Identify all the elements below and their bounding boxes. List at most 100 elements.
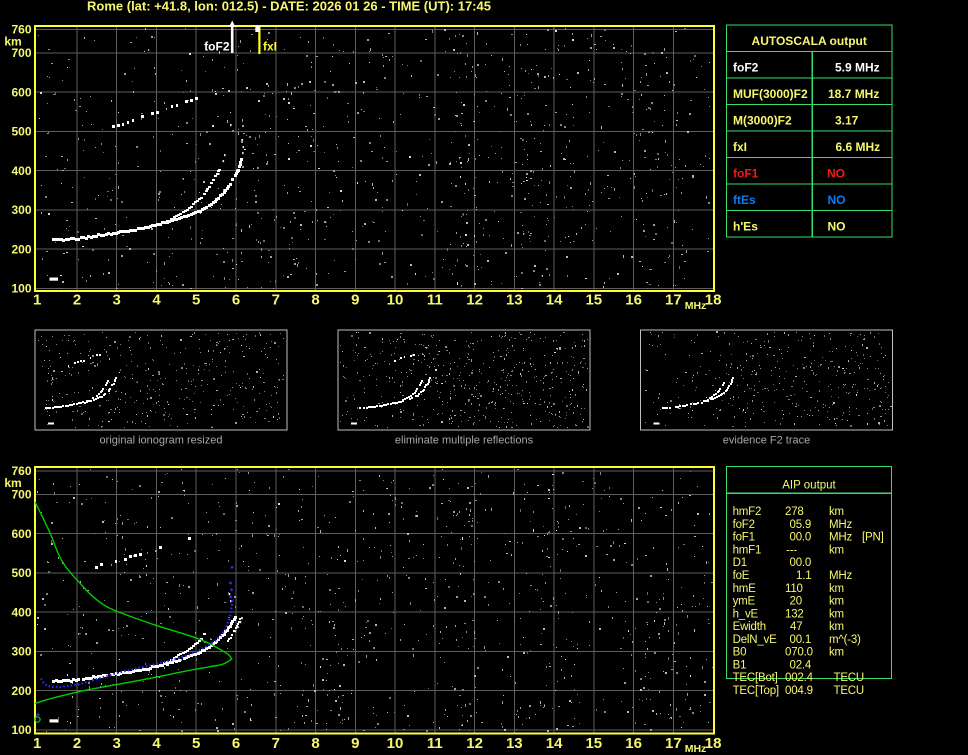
svg-text:km: km — [829, 506, 844, 518]
svg-text:002.4: 002.4 — [785, 672, 814, 684]
svg-text:3: 3 — [113, 292, 121, 309]
svg-text:500: 500 — [11, 125, 31, 139]
svg-text:km: km — [829, 647, 844, 659]
svg-text:km: km — [829, 544, 844, 556]
svg-text:5.9 MHz: 5.9 MHz — [835, 61, 880, 75]
svg-text:MHz: MHz — [829, 570, 852, 582]
svg-text:1.1: 1.1 — [796, 570, 811, 582]
svg-text:foF2: foF2 — [733, 519, 755, 531]
svg-text:1: 1 — [33, 735, 41, 752]
svg-text:12: 12 — [466, 292, 483, 309]
svg-text:hmF1: hmF1 — [733, 544, 762, 556]
svg-text:13: 13 — [506, 292, 523, 309]
svg-text:6: 6 — [232, 735, 240, 752]
svg-text:hmE: hmE — [733, 583, 757, 595]
svg-text:11: 11 — [427, 292, 443, 309]
svg-text:600: 600 — [11, 85, 31, 99]
svg-text:8: 8 — [311, 292, 319, 309]
svg-text:14: 14 — [546, 292, 563, 309]
svg-text:ftEs: ftEs — [733, 193, 756, 207]
svg-text:3: 3 — [113, 735, 121, 752]
svg-text:200: 200 — [11, 684, 31, 698]
svg-text:evidence F2 trace: evidence F2 trace — [723, 435, 810, 447]
svg-text:15: 15 — [585, 292, 602, 309]
svg-text:eliminate multiple reflections: eliminate multiple reflections — [395, 435, 534, 447]
svg-text:2: 2 — [73, 292, 81, 309]
svg-text:3.17: 3.17 — [835, 114, 859, 128]
svg-text:110: 110 — [785, 583, 803, 595]
svg-text:foF2: foF2 — [733, 61, 759, 75]
svg-text:5: 5 — [192, 735, 200, 752]
svg-text:14: 14 — [546, 735, 563, 752]
svg-text:300: 300 — [11, 645, 31, 659]
svg-text:600: 600 — [11, 527, 31, 541]
svg-text:070.0: 070.0 — [785, 647, 813, 659]
svg-text:05.9: 05.9 — [790, 519, 812, 531]
svg-text:hmF2: hmF2 — [733, 506, 762, 518]
svg-text:7: 7 — [272, 292, 280, 309]
svg-text:foF1: foF1 — [733, 167, 759, 181]
svg-text:13: 13 — [506, 735, 523, 752]
svg-text:9: 9 — [351, 292, 359, 309]
svg-text:132: 132 — [785, 608, 804, 620]
svg-text:18: 18 — [705, 292, 722, 309]
svg-text:km: km — [829, 608, 844, 620]
svg-text:fxI: fxI — [733, 140, 747, 154]
svg-text:1: 1 — [33, 292, 41, 309]
svg-text:Rome (lat: +41.8, lon: 012.5): Rome (lat: +41.8, lon: 012.5) - DATE: 20… — [87, 0, 491, 14]
svg-text:[PN]: [PN] — [862, 532, 884, 544]
svg-text:B1: B1 — [733, 660, 747, 672]
svg-text:TEC[Bot]: TEC[Bot] — [733, 672, 778, 684]
svg-text:7: 7 — [272, 735, 280, 752]
svg-text:NO: NO — [828, 220, 846, 234]
svg-text:D1: D1 — [733, 557, 747, 569]
svg-text:km: km — [829, 583, 844, 595]
svg-text:ymE: ymE — [733, 596, 756, 608]
svg-text:12: 12 — [466, 735, 483, 752]
svg-text:16: 16 — [625, 735, 642, 752]
svg-text:400: 400 — [11, 605, 31, 619]
svg-text:02.4: 02.4 — [790, 660, 812, 672]
svg-text:foF2: foF2 — [204, 40, 230, 54]
svg-text:400: 400 — [11, 164, 31, 178]
svg-text:278: 278 — [785, 506, 804, 518]
svg-text:km: km — [4, 476, 21, 490]
svg-text:15: 15 — [585, 735, 602, 752]
svg-text:original ionogram resized: original ionogram resized — [100, 435, 223, 447]
svg-text:M(3000)F2: M(3000)F2 — [733, 114, 792, 128]
svg-text:4: 4 — [152, 735, 161, 752]
svg-text:MUF(3000)F2: MUF(3000)F2 — [733, 87, 808, 101]
svg-text:NO: NO — [828, 193, 846, 207]
svg-text:10: 10 — [387, 735, 404, 752]
svg-text:18: 18 — [705, 735, 722, 752]
svg-text:00.0: 00.0 — [790, 557, 812, 569]
svg-text:m^(-3): m^(-3) — [829, 634, 861, 646]
svg-text:200: 200 — [11, 242, 31, 256]
svg-text:4: 4 — [152, 292, 161, 309]
svg-text:10: 10 — [387, 292, 404, 309]
svg-text:DelN_vE: DelN_vE — [733, 634, 778, 646]
svg-text:h_vE: h_vE — [733, 608, 759, 620]
svg-text:MHz: MHz — [829, 532, 852, 544]
svg-text:km: km — [829, 621, 844, 633]
svg-text:TEC[Top]: TEC[Top] — [733, 685, 779, 697]
svg-text:h'Es: h'Es — [733, 220, 758, 234]
svg-text:NO: NO — [827, 167, 845, 181]
svg-text:004.9: 004.9 — [785, 685, 813, 697]
svg-text:km: km — [829, 596, 844, 608]
svg-text:AIP output: AIP output — [782, 479, 836, 491]
svg-text:MHz: MHz — [829, 519, 852, 531]
svg-text:300: 300 — [11, 203, 31, 217]
svg-text:B0: B0 — [733, 647, 747, 659]
svg-text:MHz: MHz — [685, 743, 707, 755]
svg-text:6.6 MHz: 6.6 MHz — [836, 140, 881, 154]
svg-text:9: 9 — [351, 735, 359, 752]
svg-text:17: 17 — [665, 735, 682, 752]
svg-text:00.1: 00.1 — [790, 634, 812, 646]
svg-text:47: 47 — [790, 621, 802, 633]
svg-text:TECU: TECU — [834, 672, 865, 684]
svg-text:foF1: foF1 — [733, 532, 755, 544]
svg-text:6: 6 — [232, 292, 240, 309]
svg-text:fxI: fxI — [263, 40, 277, 54]
svg-text:foE: foE — [733, 570, 750, 582]
